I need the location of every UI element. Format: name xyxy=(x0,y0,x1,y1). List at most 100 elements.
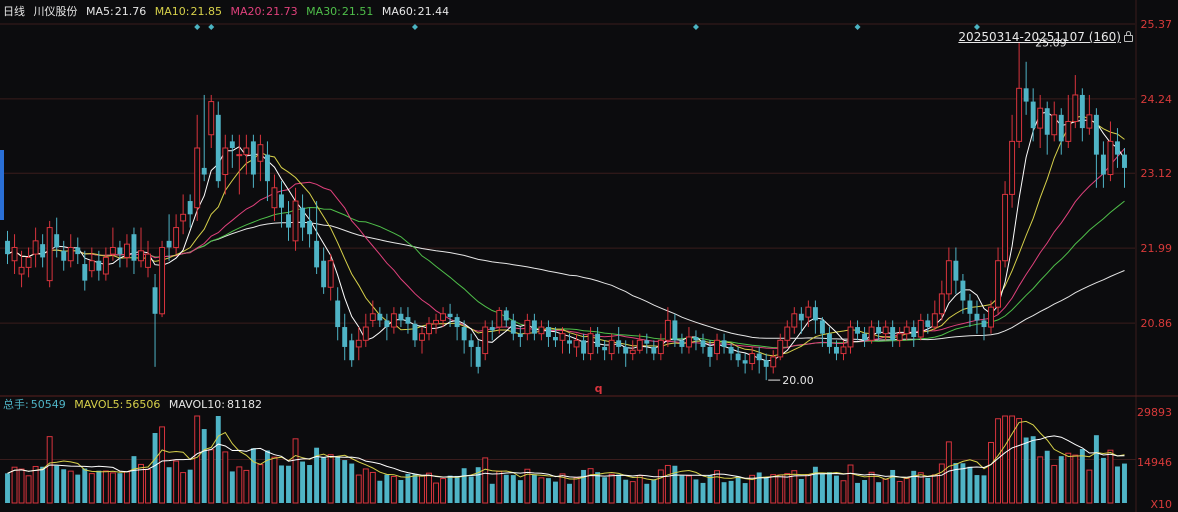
ma30-label: MA30: xyxy=(306,5,341,18)
price-tick-label: 21.99 xyxy=(1141,242,1173,255)
lock-icon[interactable] xyxy=(1124,31,1133,42)
volume-bar-down xyxy=(742,483,748,503)
candle-body-down xyxy=(974,313,980,321)
volume-bar-down xyxy=(644,483,650,503)
candle-body-up xyxy=(32,240,39,255)
candle-body-down xyxy=(503,310,509,321)
candle-body-down xyxy=(911,327,917,337)
volume-bar-down xyxy=(40,466,46,503)
candle-body-down xyxy=(307,220,313,235)
candle-body-up xyxy=(145,253,151,268)
volume-bar-up xyxy=(664,464,671,504)
candle-body-down xyxy=(215,114,221,182)
volume-bar-up xyxy=(243,469,250,504)
candle-body-down xyxy=(812,307,818,321)
diamond-icon xyxy=(411,24,418,30)
candle-body-up xyxy=(573,339,580,348)
diamond-icon xyxy=(692,24,699,30)
volume-bar-down xyxy=(215,416,221,503)
volume-bar-down xyxy=(384,474,390,503)
volume-bar-up xyxy=(362,468,369,504)
volume-tick-label: 14946 xyxy=(1137,456,1172,469)
candle-body-down xyxy=(876,327,882,334)
volume-bar-down xyxy=(1122,463,1127,503)
volume-bar-down xyxy=(890,469,896,503)
candle-body-up xyxy=(896,333,903,341)
candle-body-up xyxy=(1002,193,1009,262)
volume-bar-down xyxy=(567,483,572,503)
volume-label: 总手: xyxy=(3,398,29,411)
candle-body-down xyxy=(700,340,706,347)
candle-body-up xyxy=(243,147,250,156)
volume-bar-down xyxy=(264,450,270,503)
volume-bar-down xyxy=(335,456,341,503)
volume-tick-label: 29893 xyxy=(1137,406,1172,419)
period-label[interactable]: 日线 xyxy=(3,5,25,18)
ma5-label: MA5: xyxy=(86,5,114,18)
candle-body-up xyxy=(791,313,798,328)
candle-body-up xyxy=(46,227,53,282)
candle-body-down xyxy=(602,346,608,351)
candle-body-down xyxy=(229,141,235,149)
candle-body-down xyxy=(377,313,383,321)
candle-body-up xyxy=(362,326,369,341)
candle-body-up xyxy=(1065,120,1072,142)
volume-bar-up xyxy=(777,474,784,504)
candle-body-down xyxy=(82,264,88,281)
volume-bar-down xyxy=(152,433,158,503)
side-tab[interactable] xyxy=(0,150,4,220)
volume-bar-up xyxy=(1065,452,1072,504)
candle-body-up xyxy=(390,313,397,328)
volume-bar-up xyxy=(257,464,264,504)
candle-body-down xyxy=(131,234,137,261)
volume-bar-down xyxy=(489,483,495,503)
candle-body-up xyxy=(629,349,636,355)
volume-bar-up xyxy=(538,477,545,504)
candle-body-down xyxy=(54,234,60,248)
volume-bar-up xyxy=(419,475,425,504)
candle-body-up xyxy=(524,319,531,335)
volume-bar-down xyxy=(1115,466,1120,503)
volume-bar-down xyxy=(623,479,629,503)
volume-bar-up xyxy=(180,472,187,504)
volume-bar-up xyxy=(123,471,130,504)
candle-body-down xyxy=(342,327,348,347)
candle-body-up xyxy=(657,339,664,355)
volume-bar-up xyxy=(25,475,32,504)
volume-bar-down xyxy=(1044,450,1050,503)
candle-body-down xyxy=(510,320,516,334)
volume-bar-up xyxy=(629,481,636,504)
volume-bar-up xyxy=(482,457,489,504)
price-header: 日线 川仪股份 MA5:21.76 MA10:21.85 MA20:21.73 … xyxy=(3,5,454,19)
candle-body-up xyxy=(1107,140,1114,176)
candle-body-down xyxy=(826,333,832,347)
volume-bar-down xyxy=(54,465,60,503)
volume-bar-down xyxy=(201,429,207,503)
candle-body-down xyxy=(953,260,959,281)
date-range-label[interactable]: 20250314-20251107 (160) xyxy=(958,30,1133,44)
candle-body-down xyxy=(300,207,306,228)
volume-bar-down xyxy=(819,473,825,503)
candle-body-up xyxy=(538,326,545,335)
candle-body-up xyxy=(1086,114,1093,129)
volume-bar-up xyxy=(714,470,720,504)
mavol10-value: 81182 xyxy=(227,398,262,411)
stock-chart[interactable]: 25.37 24.24 23.12 21.99 20.86 29893 14946 X10 2… xyxy=(0,0,1178,512)
candle-body-down xyxy=(553,336,558,341)
ma10-label: MA10: xyxy=(154,5,190,18)
volume-bar-down xyxy=(279,465,284,503)
candle-body-down xyxy=(693,336,699,341)
volume-bar-down xyxy=(974,475,980,503)
candle-body-up xyxy=(109,246,116,255)
volume-bar-down xyxy=(602,477,608,503)
candle-body-up xyxy=(749,353,756,365)
candle-body-up xyxy=(784,326,791,341)
volume-bar-down xyxy=(468,476,474,503)
candle-body-up xyxy=(355,339,362,348)
volume-bar-down xyxy=(826,472,832,503)
candle-body-up xyxy=(1072,94,1079,122)
volume-bar-down xyxy=(187,469,193,503)
candle-body-down xyxy=(834,346,839,354)
candle-body-up xyxy=(1016,87,1023,142)
candle-body-down xyxy=(468,340,474,347)
